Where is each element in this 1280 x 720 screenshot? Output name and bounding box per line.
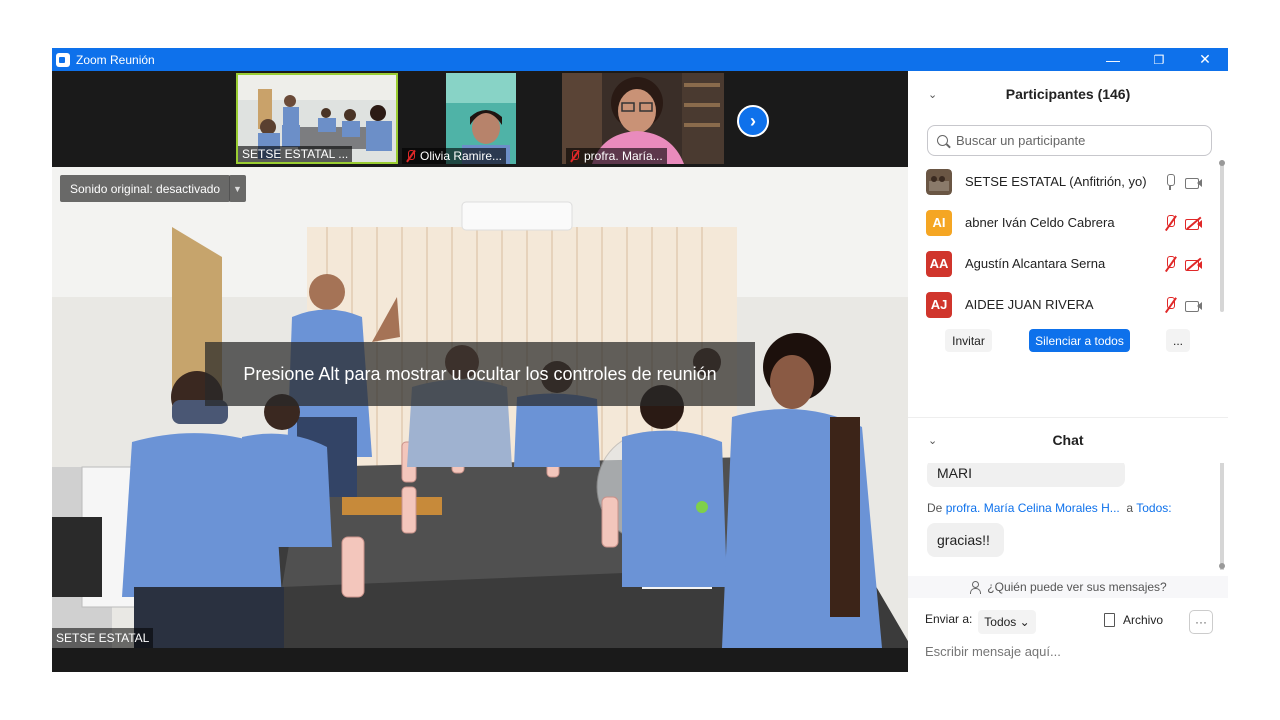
chat-header: ⌄ Chat (908, 417, 1228, 463)
send-to-label: Enviar a: (925, 612, 973, 626)
chat-messages: MARI De profra. María Celina Morales H..… (908, 463, 1228, 573)
more-participant-options-button[interactable]: ... (1166, 329, 1190, 352)
chat-message-bubble: MARI (927, 463, 1125, 487)
thumbnail-name: profra. María... (566, 148, 667, 164)
participants-title: Participantes (146) (1005, 86, 1131, 102)
avatar: AJ (926, 291, 952, 318)
zoom-window: Zoom Reunión — ❐ ✕ SETSE ESTATAL ... Oli… (52, 48, 1228, 672)
scroll-thumb[interactable] (1219, 563, 1225, 569)
zoom-logo-icon (56, 52, 70, 67)
avatar (926, 169, 952, 195)
scroll-thumb[interactable] (1219, 160, 1225, 166)
chat-message-input[interactable] (925, 641, 1215, 661)
side-panel: ⌄ Participantes (146) Buscar un particip… (908, 71, 1228, 672)
sender-name-link[interactable]: profra. María Celina Morales H... (946, 501, 1120, 515)
main-video: Sonido original: desactivado ▼ Presione … (52, 167, 908, 648)
participant-list: SETSE ESTATAL (Anfitrión, yo) AI abner I… (908, 161, 1218, 321)
thumbnail-name: Olivia Ramire... (402, 148, 507, 164)
mic-muted-icon (570, 150, 580, 162)
participant-row[interactable]: AJ AIDEE JUAN RIVERA (908, 284, 1218, 325)
minimize-button[interactable]: — (1090, 48, 1136, 71)
microphone-muted-icon[interactable] (1163, 255, 1177, 272)
thumbnail-setse[interactable]: SETSE ESTATAL ... (236, 73, 398, 164)
active-speaker-name: SETSE ESTATAL (52, 628, 154, 648)
next-page-button[interactable]: › (737, 105, 769, 137)
thumbnail-name: SETSE ESTATAL ... (238, 146, 353, 162)
participant-name: Agustín Alcantara Serna (965, 256, 1106, 271)
video-camera-icon[interactable] (1185, 297, 1203, 313)
microphone-icon[interactable] (1163, 173, 1177, 190)
more-chat-options-button[interactable]: ··· (1189, 610, 1213, 634)
chevron-down-icon: ⌄ (1019, 615, 1030, 629)
original-sound-dropdown-icon[interactable]: ▼ (229, 175, 246, 202)
participant-name: SETSE ESTATAL (Anfitrión, yo) (965, 174, 1147, 189)
document-icon (1104, 613, 1115, 627)
participants-header: ⌄ Participantes (146) (908, 71, 1228, 117)
restore-button[interactable]: ❐ (1136, 48, 1182, 71)
thumbnail-olivia[interactable]: Olivia Ramire... (398, 73, 562, 164)
participant-search-field[interactable]: Buscar un participante (927, 125, 1212, 156)
participant-row[interactable]: SETSE ESTATAL (Anfitrión, yo) (908, 161, 1218, 202)
invite-button[interactable]: Invitar (945, 329, 992, 352)
participant-name: abner Iván Celdo Cabrera (965, 215, 1115, 230)
window-title: Zoom Reunión (76, 52, 155, 67)
participant-row[interactable]: AI abner Iván Celdo Cabrera (908, 202, 1218, 243)
main-video-feed (52, 167, 908, 648)
title-bar: Zoom Reunión — ❐ ✕ (52, 48, 1228, 71)
video-off-icon[interactable] (1185, 215, 1203, 231)
person-icon (969, 581, 982, 594)
participant-scrollbar[interactable] (1219, 160, 1225, 312)
search-placeholder: Buscar un participante (956, 133, 1086, 148)
original-sound-toggle[interactable]: Sonido original: desactivado (60, 175, 231, 202)
thumbnail-maria[interactable]: profra. María... (562, 73, 724, 164)
chat-message-sender: De profra. María Celina Morales H... a T… (927, 501, 1172, 515)
participant-name: AIDEE JUAN RIVERA (965, 297, 1094, 312)
controls-hint-overlay: Presione Alt para mostrar u ocultar los … (205, 342, 755, 406)
file-button[interactable]: Archivo (1104, 613, 1163, 627)
avatar: AA (926, 250, 952, 277)
mute-all-button[interactable]: Silenciar a todos (1029, 329, 1130, 352)
chat-title: Chat (1052, 432, 1084, 448)
video-camera-icon[interactable] (1185, 174, 1203, 190)
microphone-muted-icon[interactable] (1163, 214, 1177, 231)
avatar: AI (926, 209, 952, 236)
microphone-muted-icon[interactable] (1163, 296, 1177, 313)
chat-message-bubble: gracias!! (927, 523, 1004, 557)
collapse-chat-icon[interactable]: ⌄ (928, 434, 937, 447)
search-icon (937, 135, 948, 146)
recipient-link[interactable]: Todos: (1136, 501, 1171, 515)
who-can-see-messages-link[interactable]: ¿Quién puede ver sus mensajes? (908, 576, 1228, 598)
mic-muted-icon (406, 150, 416, 162)
chat-scrollbar[interactable] (1219, 463, 1225, 570)
send-to-dropdown[interactable]: Todos ⌄ (978, 610, 1036, 634)
video-area: SETSE ESTATAL ... Olivia Ramire... profr… (52, 71, 908, 672)
participant-actions: Invitar Silenciar a todos ... (908, 329, 1228, 355)
participant-row[interactable]: AA Agustín Alcantara Serna (908, 243, 1218, 284)
collapse-participants-icon[interactable]: ⌄ (928, 88, 937, 101)
close-button[interactable]: ✕ (1182, 48, 1228, 71)
thumbnail-strip: SETSE ESTATAL ... Olivia Ramire... profr… (52, 71, 908, 166)
video-off-icon[interactable] (1185, 256, 1203, 272)
